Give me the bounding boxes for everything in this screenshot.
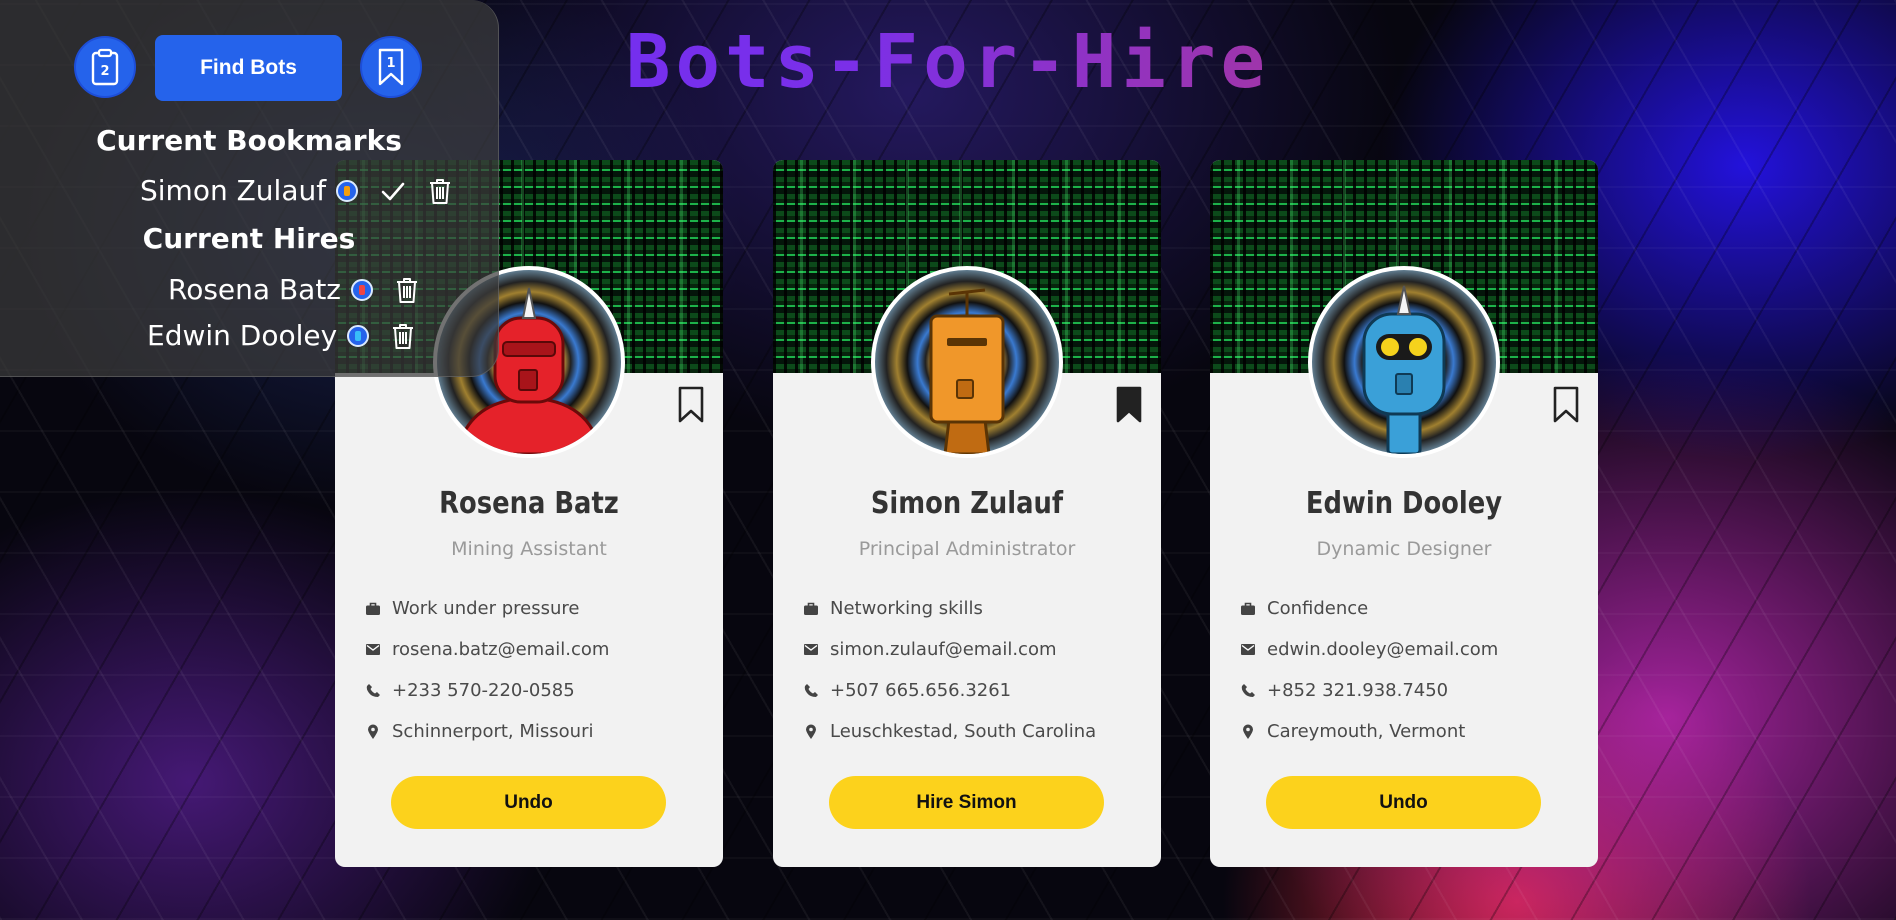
bookmark-item-avatar xyxy=(336,179,359,202)
hire-item-name: Edwin Dooley xyxy=(147,319,338,352)
bot-name: Simon Zulauf xyxy=(870,486,1064,521)
briefcase-icon xyxy=(365,601,381,617)
mail-icon xyxy=(1240,642,1256,658)
location-row: Careymouth, Vermont xyxy=(1240,721,1465,742)
bot-avatar xyxy=(871,266,1063,458)
hire-button[interactable]: Hire Simon xyxy=(829,776,1104,829)
email-row: simon.zulauf@email.com xyxy=(803,639,1057,660)
bookmark-filled-icon xyxy=(1116,386,1142,423)
hire-item: Edwin Dooley xyxy=(147,319,415,352)
bot-title: Principal Administrator xyxy=(858,538,1076,560)
email-row: rosena.batz@email.com xyxy=(365,639,609,660)
remove-hire-button[interactable] xyxy=(395,276,419,304)
hires-button[interactable]: 2 xyxy=(74,36,136,98)
skill-row: Confidence xyxy=(1240,598,1368,619)
hire-item-avatar xyxy=(351,278,373,301)
undo-hire-button[interactable]: Undo xyxy=(391,776,666,829)
skill-text: Confidence xyxy=(1267,598,1369,619)
location-pin-icon xyxy=(803,724,819,740)
email-text: rosena.batz@email.com xyxy=(392,639,610,660)
phone-row: +233 570-220-0585 xyxy=(365,680,575,701)
briefcase-icon xyxy=(1240,601,1256,617)
phone-row: +852 321.938.7450 xyxy=(1240,680,1448,701)
phone-icon xyxy=(803,683,819,699)
briefcase-icon xyxy=(803,601,819,617)
phone-text: +507 665.656.3261 xyxy=(830,680,1012,701)
bookmark-outline-icon xyxy=(1553,386,1579,423)
phone-text: +852 321.938.7450 xyxy=(1267,680,1449,701)
bookmark-outline-icon xyxy=(678,386,704,423)
bookmark-toggle[interactable] xyxy=(1552,386,1580,428)
bookmark-icon: 1 xyxy=(378,48,404,86)
undo-hire-button[interactable]: Undo xyxy=(1266,776,1541,829)
phone-row: +507 665.656.3261 xyxy=(803,680,1011,701)
skill-row: Networking skills xyxy=(803,598,983,619)
bot-title: Mining Assistant xyxy=(451,538,607,560)
location-text: Careymouth, Vermont xyxy=(1267,721,1466,742)
phone-icon xyxy=(1240,683,1256,699)
trash-icon xyxy=(430,178,451,204)
location-pin-icon xyxy=(1240,724,1256,740)
remove-bookmark-button[interactable] xyxy=(428,177,452,205)
trash-icon xyxy=(393,323,414,349)
bookmark-toggle[interactable] xyxy=(1115,386,1143,428)
bookmark-toggle[interactable] xyxy=(677,386,705,428)
bot-card: Edwin Dooley Dynamic Designer Confidence… xyxy=(1210,160,1598,867)
hire-item-name: Rosena Batz xyxy=(168,273,341,306)
bot-avatar xyxy=(1308,266,1500,458)
location-row: Leuschkestad, South Carolina xyxy=(803,721,1096,742)
skill-text: Work under pressure xyxy=(392,598,580,619)
location-pin-icon xyxy=(365,724,381,740)
bookmark-item-name: Simon Zulauf xyxy=(140,174,327,207)
find-bots-button[interactable]: Find Bots xyxy=(155,35,342,101)
hires-count: 2 xyxy=(100,64,109,79)
location-text: Schinnerport, Missouri xyxy=(392,721,594,742)
skill-text: Networking skills xyxy=(830,598,983,619)
bot-card: Simon Zulauf Principal Administrator Net… xyxy=(773,160,1161,867)
remove-hire-button[interactable] xyxy=(391,322,415,350)
mail-icon xyxy=(365,642,381,658)
trash-icon xyxy=(397,277,417,303)
hire-item-avatar xyxy=(347,324,370,347)
email-row: edwin.dooley@email.com xyxy=(1240,639,1498,660)
hire-item: Rosena Batz xyxy=(168,273,419,306)
hire-bookmark-button[interactable] xyxy=(380,178,406,204)
clipboard-icon: 2 xyxy=(91,48,119,86)
sidebar-panel: 2 Find Bots 1 Current Bookmarks Simon Zu… xyxy=(0,0,499,377)
bot-title: Dynamic Designer xyxy=(1316,538,1492,560)
bot-name: Rosena Batz xyxy=(439,486,619,521)
check-icon xyxy=(381,182,405,200)
mail-icon xyxy=(803,642,819,658)
phone-icon xyxy=(365,683,381,699)
bookmarks-button[interactable]: 1 xyxy=(360,36,422,98)
bookmark-item: Simon Zulauf xyxy=(140,174,452,207)
skill-row: Work under pressure xyxy=(365,598,580,619)
bookmarks-count: 1 xyxy=(386,56,395,71)
phone-text: +233 570-220-0585 xyxy=(392,680,575,701)
bot-name: Edwin Dooley xyxy=(1305,486,1503,521)
email-text: simon.zulauf@email.com xyxy=(830,639,1057,660)
hires-heading: Current Hires xyxy=(142,222,356,255)
location-text: Leuschkestad, South Carolina xyxy=(830,721,1097,742)
email-text: edwin.dooley@email.com xyxy=(1267,639,1499,660)
bookmarks-heading: Current Bookmarks xyxy=(96,124,402,157)
location-row: Schinnerport, Missouri xyxy=(365,721,593,742)
